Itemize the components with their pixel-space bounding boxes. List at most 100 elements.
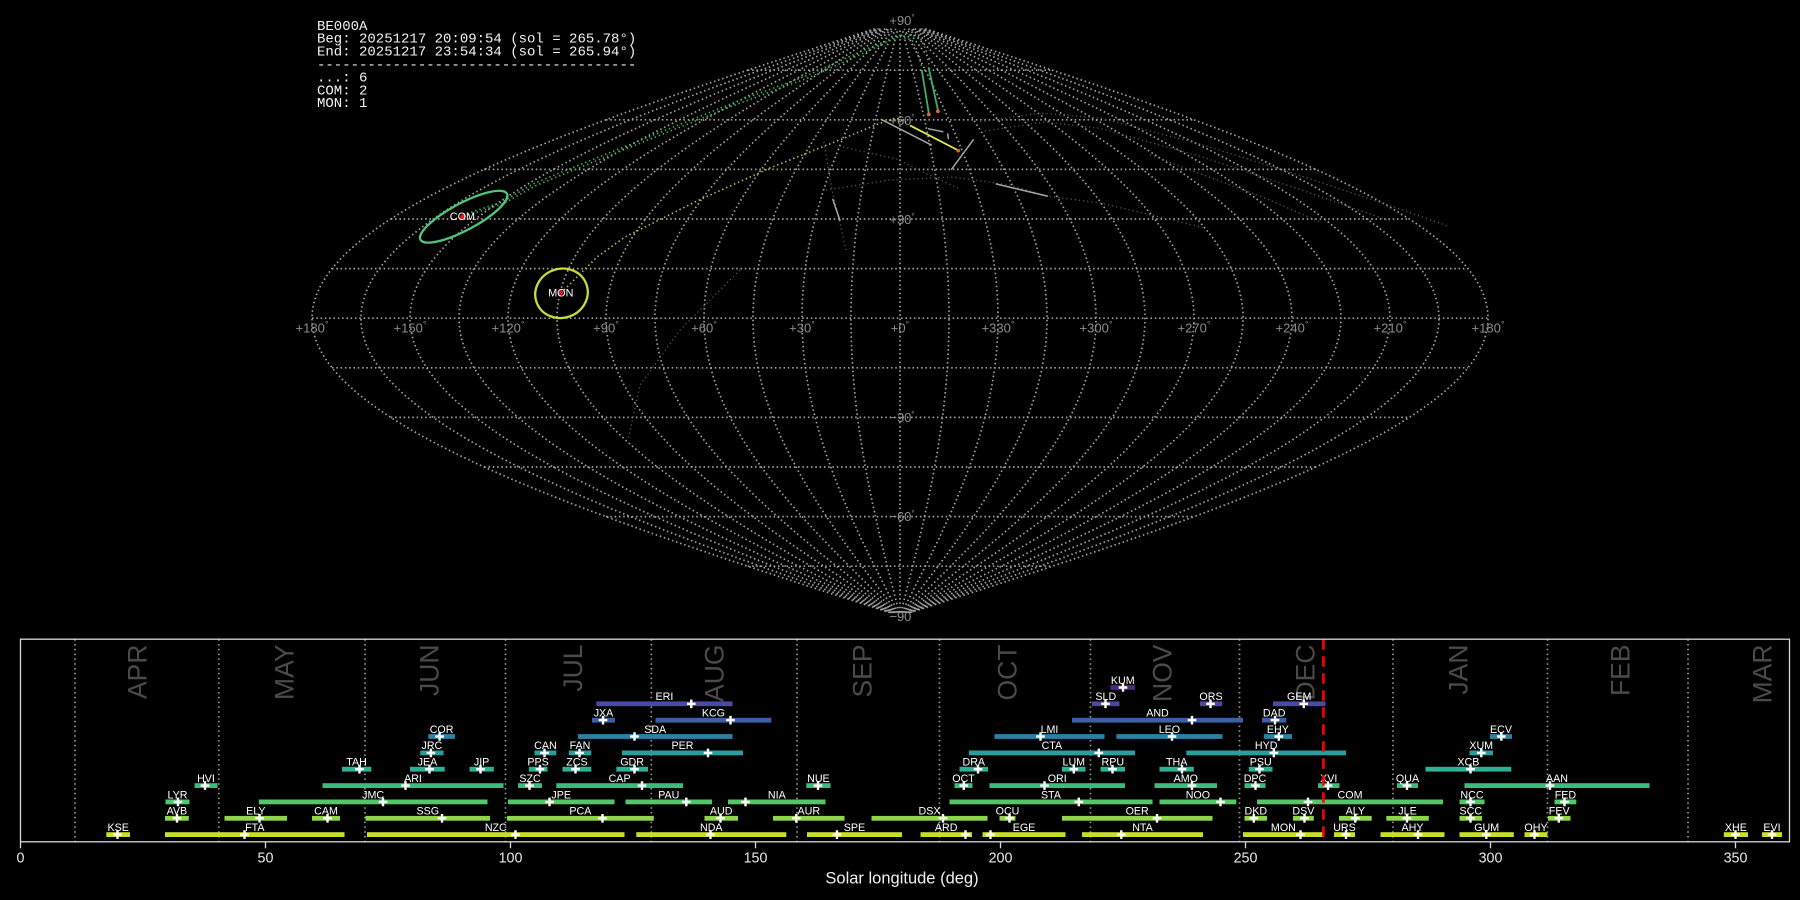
svg-text:GUM: GUM: [1474, 822, 1499, 834]
svg-text:OCT: OCT: [952, 773, 975, 785]
svg-text:XUM: XUM: [1469, 740, 1493, 752]
svg-text:DSV: DSV: [1292, 806, 1315, 818]
svg-text:−30°: −30°: [889, 410, 914, 425]
svg-text:+330°: +330°: [982, 320, 1015, 336]
svg-text:OCT: OCT: [993, 645, 1023, 701]
svg-text:LMI: LMI: [1041, 724, 1059, 736]
svg-text:SEP: SEP: [848, 645, 878, 698]
svg-text:CAM: CAM: [314, 806, 338, 818]
svg-text:0: 0: [17, 850, 25, 866]
svg-text:STA: STA: [1041, 789, 1062, 801]
svg-text:EGE: EGE: [1013, 822, 1036, 834]
svg-text:PSU: PSU: [1250, 757, 1272, 769]
svg-text:MAR: MAR: [1748, 645, 1778, 704]
svg-text:JUL: JUL: [558, 645, 588, 692]
svg-text:ARD: ARD: [935, 822, 958, 834]
svg-text:ORI: ORI: [1048, 773, 1067, 785]
svg-text:200: 200: [989, 850, 1013, 866]
svg-text:DSX: DSX: [919, 806, 941, 818]
svg-text:AVB: AVB: [167, 806, 188, 818]
svg-text:FEV: FEV: [1549, 806, 1571, 818]
svg-text:Solar longitude (deg): Solar longitude (deg): [825, 869, 978, 887]
svg-text:KSE: KSE: [108, 822, 129, 834]
svg-text:+180°: +180°: [1472, 320, 1505, 336]
svg-text:NZC: NZC: [485, 822, 507, 834]
svg-text:AHY: AHY: [1402, 822, 1424, 834]
svg-text:XHE: XHE: [1725, 822, 1747, 834]
svg-text:SZC: SZC: [519, 773, 541, 785]
svg-text:AND: AND: [1146, 708, 1169, 720]
svg-text:JXA: JXA: [594, 708, 614, 720]
svg-text:LYR: LYR: [168, 789, 188, 801]
svg-text:XCB: XCB: [1457, 757, 1479, 769]
svg-text:QUA: QUA: [1396, 773, 1420, 785]
svg-text:SLD: SLD: [1095, 691, 1116, 703]
svg-text:+240°: +240°: [1276, 320, 1309, 336]
svg-text:+150°: +150°: [394, 320, 427, 336]
svg-text:NUE: NUE: [807, 773, 830, 785]
svg-text:COM: COM: [1338, 789, 1363, 801]
svg-text:NTA: NTA: [1132, 822, 1153, 834]
svg-text:ALY: ALY: [1346, 806, 1365, 818]
svg-text:TAH: TAH: [346, 757, 367, 769]
svg-text:+210°: +210°: [1374, 320, 1407, 336]
svg-text:50: 50: [258, 850, 274, 866]
svg-text:ELY: ELY: [246, 806, 265, 818]
svg-text:+270°: +270°: [1178, 320, 1211, 336]
svg-text:NIA: NIA: [768, 789, 787, 801]
svg-text:EVI: EVI: [1763, 822, 1780, 834]
svg-text:HVI: HVI: [197, 773, 215, 785]
svg-text:JIP: JIP: [474, 757, 489, 769]
svg-text:AMO: AMO: [1174, 773, 1198, 785]
svg-text:SDA: SDA: [644, 724, 667, 736]
svg-text:−60°: −60°: [889, 509, 914, 524]
svg-text:OHY: OHY: [1524, 822, 1547, 834]
svg-text:−90°: −90°: [889, 609, 914, 624]
svg-text:LEO: LEO: [1159, 724, 1180, 736]
svg-text:JRC: JRC: [422, 740, 443, 752]
svg-text:DPC: DPC: [1244, 773, 1267, 785]
svg-text:RPU: RPU: [1102, 757, 1125, 769]
svg-text:PPS: PPS: [527, 757, 548, 769]
svg-text:JPE: JPE: [551, 789, 571, 801]
svg-text:JAN: JAN: [1444, 645, 1474, 695]
svg-text:PAU: PAU: [658, 789, 679, 801]
svg-text:ECV: ECV: [1490, 724, 1513, 736]
svg-text:300: 300: [1479, 850, 1503, 866]
svg-text:NDA: NDA: [700, 822, 723, 834]
svg-text:AAN: AAN: [1546, 773, 1568, 785]
svg-text:EHY: EHY: [1267, 724, 1289, 736]
svg-text:JEA: JEA: [418, 757, 438, 769]
svg-text:+30°: +30°: [889, 212, 914, 227]
svg-text:APR: APR: [123, 645, 153, 700]
svg-text:+180°: +180°: [296, 320, 329, 336]
svg-text:THA: THA: [1166, 757, 1188, 769]
svg-text:JLE: JLE: [1398, 806, 1416, 818]
svg-text:ORS: ORS: [1199, 691, 1222, 703]
svg-text:FAN: FAN: [570, 740, 591, 752]
svg-text:NOV: NOV: [1148, 644, 1178, 702]
svg-text:MAY: MAY: [270, 644, 300, 700]
svg-text:NOO: NOO: [1186, 789, 1210, 801]
svg-text:GDR: GDR: [620, 757, 644, 769]
svg-text:LUM: LUM: [1063, 757, 1086, 769]
svg-text:JMC: JMC: [362, 789, 384, 801]
svg-text:JUN: JUN: [415, 645, 445, 697]
svg-text:GEM: GEM: [1287, 691, 1311, 703]
svg-text:350: 350: [1724, 850, 1748, 866]
svg-text:URS: URS: [1333, 822, 1356, 834]
svg-text:+120°: +120°: [492, 320, 525, 336]
svg-text:SCC: SCC: [1460, 806, 1483, 818]
svg-text:FED: FED: [1555, 789, 1577, 801]
svg-text:OER: OER: [1126, 806, 1149, 818]
svg-text:MON: MON: [548, 288, 573, 300]
svg-text:MON: 1: MON: 1: [317, 96, 367, 112]
svg-text:COR: COR: [430, 724, 454, 736]
svg-text:AUG: AUG: [700, 645, 730, 702]
svg-text:OCU: OCU: [996, 806, 1020, 818]
svg-text:MON: MON: [1271, 822, 1296, 834]
svg-text:DAD: DAD: [1263, 708, 1286, 720]
svg-text:NCC: NCC: [1460, 789, 1483, 801]
svg-text:AUD: AUD: [710, 806, 733, 818]
svg-text:CTA: CTA: [1042, 740, 1063, 752]
